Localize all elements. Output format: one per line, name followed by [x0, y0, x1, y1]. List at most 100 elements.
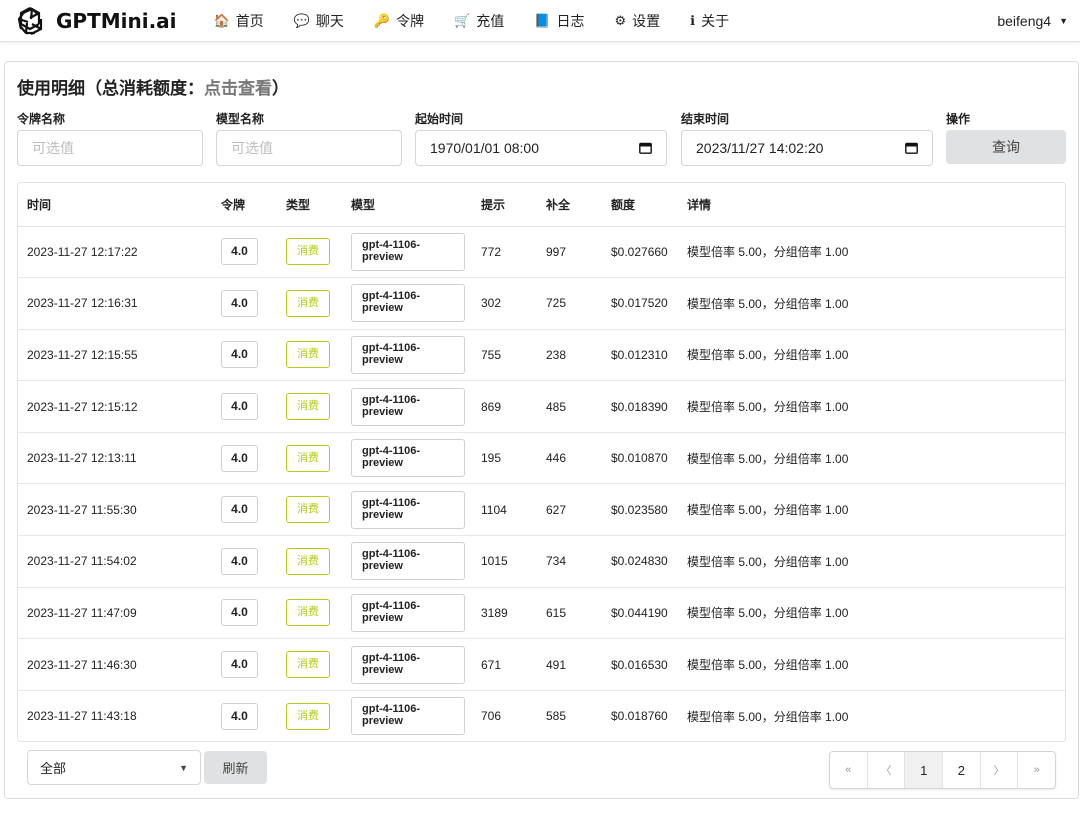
log-type-select[interactable]: 全部 ▼	[27, 750, 201, 785]
nav-item-about[interactable]: ℹ 关于	[675, 0, 744, 41]
column-header-token: 令牌	[212, 183, 277, 227]
model-name-line1: gpt-4-1106-	[362, 445, 421, 458]
model-label: gpt-4-1106- preview	[351, 284, 465, 323]
column-header-time: 时间	[18, 183, 212, 227]
start-time-input[interactable]: 1970/01/01 08:00	[415, 130, 667, 166]
page-first-button[interactable]: «	[830, 752, 868, 788]
cell-completion: 485	[537, 380, 602, 433]
table-row: 2023-11-27 12:17:22 4.0 消费 gpt-4-1106- previ…	[18, 226, 1065, 279]
view-total-link[interactable]: 点击查看	[204, 79, 272, 98]
table-row: 2023-11-27 11:46:30 4.0 消费 gpt-4-1106- previ…	[18, 638, 1065, 691]
cell-completion: 238	[537, 329, 602, 382]
cell-token: 4.0	[212, 226, 277, 279]
model-name-input[interactable]: 可选值	[216, 130, 402, 166]
log-type-value: 全部	[40, 761, 67, 776]
nav-item-tokens[interactable]: 🔑 令牌	[359, 0, 439, 41]
type-label: 消费	[286, 341, 330, 369]
model-label: gpt-4-1106- preview	[351, 335, 465, 374]
cart-icon: 🛒	[454, 12, 471, 28]
cell-prompt: 1015	[472, 535, 537, 588]
cell-detail: 模型倍率 5.00，分组倍率 1.00	[678, 226, 1065, 279]
token-label: 4.0	[221, 547, 258, 575]
calendar-icon[interactable]	[639, 142, 652, 154]
cell-prompt: 302	[472, 277, 537, 330]
cell-quota: $0.027660	[602, 226, 678, 279]
model-name-line2: preview	[362, 405, 403, 418]
caret-down-icon: ▼	[179, 762, 188, 773]
token-name-input[interactable]: 可选值	[17, 130, 203, 166]
cell-time: 2023-11-27 12:15:12	[18, 380, 212, 433]
cell-time: 2023-11-27 11:46:30	[18, 638, 212, 691]
cell-quota: $0.012310	[602, 329, 678, 382]
page-1-button[interactable]: 1	[905, 752, 944, 788]
cell-completion: 997	[537, 226, 602, 279]
cell-prompt: 671	[472, 638, 537, 691]
cell-type: 消费	[277, 226, 342, 279]
model-label: gpt-4-1106- preview	[351, 542, 465, 581]
page-last-button[interactable]: »	[1018, 752, 1055, 788]
calendar-icon[interactable]	[905, 142, 918, 154]
nav-label: 充值	[476, 12, 505, 29]
book-icon: 📘	[534, 12, 551, 28]
nav-item-home[interactable]: 🏠 首页	[199, 0, 279, 41]
token-label: 4.0	[221, 393, 258, 421]
brand[interactable]: GPTMini.ai	[0, 0, 177, 41]
end-time-input[interactable]: 2023/11/27 14:02:20	[681, 130, 933, 166]
start-time-value: 1970/01/01 08:00	[430, 140, 539, 156]
refresh-button[interactable]: 刷新	[204, 751, 267, 784]
column-header-prompt: 提示	[472, 183, 537, 227]
cell-quota: $0.023580	[602, 483, 678, 537]
token-label: 4.0	[221, 238, 258, 266]
cell-detail: 模型倍率 5.00，分组倍率 1.00	[678, 638, 1065, 691]
type-label: 消费	[286, 702, 330, 730]
cell-type: 消费	[277, 329, 342, 382]
page-2-button[interactable]: 2	[943, 752, 981, 788]
cell-prompt: 772	[472, 226, 537, 279]
token-label: 4.0	[221, 341, 258, 369]
nav-item-topup[interactable]: 🛒 充值	[439, 0, 519, 41]
cell-time: 2023-11-27 12:16:31	[18, 277, 212, 330]
column-header-completion: 补全	[537, 183, 602, 227]
cell-quota: $0.024830	[602, 535, 678, 588]
cell-prompt: 706	[481, 709, 502, 724]
cell-detail: 模型倍率 5.00，分组倍率 1.00	[678, 380, 1065, 433]
cell-completion: 446	[537, 432, 602, 485]
model-label: gpt-4-1106- preview	[351, 697, 465, 736]
cell-type: 消费	[277, 380, 342, 433]
model-name-line1: gpt-4-1106-	[362, 341, 421, 354]
model-label: gpt-4-1106- preview	[351, 232, 465, 271]
type-label: 消费	[286, 496, 330, 524]
page-title-end: ）	[272, 79, 289, 98]
cell-detail: 模型倍率 5.00，分组倍率 1.00	[678, 483, 1065, 537]
cell-completion: 627	[537, 483, 602, 537]
page-prev-button[interactable]: 〈	[868, 752, 906, 788]
table-body: 2023-11-27 12:17:22 4.0 消费 gpt-4-1106- previ…	[18, 226, 1065, 741]
cell-completion: 725	[537, 277, 602, 330]
nav-item-chat[interactable]: 💬 聊天	[279, 0, 359, 41]
username: beifeng4	[997, 13, 1052, 29]
token-name-group: 令牌名称 可选值	[17, 110, 203, 166]
query-button[interactable]: 查询	[946, 130, 1066, 164]
cell-time: 2023-11-27 11:55:30	[18, 483, 212, 537]
cell-type: 消费	[277, 535, 342, 588]
model-name-line2: preview	[362, 302, 403, 315]
cell-token: 4.0	[212, 380, 277, 433]
cell-type: 消费	[277, 690, 342, 741]
user-menu[interactable]: beifeng4 ▼	[997, 0, 1068, 42]
cell-token: 4.0	[212, 432, 277, 485]
action-label: 操作	[946, 112, 971, 126]
nav-item-logs[interactable]: 📘 日志	[519, 0, 599, 41]
cell-model: gpt-4-1106- preview	[342, 483, 472, 537]
model-label: gpt-4-1106- preview	[351, 439, 465, 478]
table-row: 2023-11-27 11:47:09 4.0 消费 gpt-4-1106- previ…	[18, 587, 1065, 640]
usage-card: 使用明细（总消耗额度：点击查看） 令牌名称 可选值 模型名称 可选值 起始时间 …	[4, 61, 1079, 799]
gear-icon: ⚙	[614, 12, 627, 28]
model-name-line1: gpt-4-1106-	[362, 599, 421, 612]
cell-detail: 模型倍率 5.00，分组倍率 1.00	[678, 535, 1065, 588]
cell-completion: 615	[537, 587, 602, 640]
page-next-button[interactable]: 〉	[981, 752, 1019, 788]
model-name-line1: gpt-4-1106-	[362, 703, 421, 716]
model-label: gpt-4-1106- preview	[351, 593, 465, 632]
nav-label: 聊天	[315, 12, 344, 29]
nav-item-settings[interactable]: ⚙ 设置	[599, 0, 675, 41]
